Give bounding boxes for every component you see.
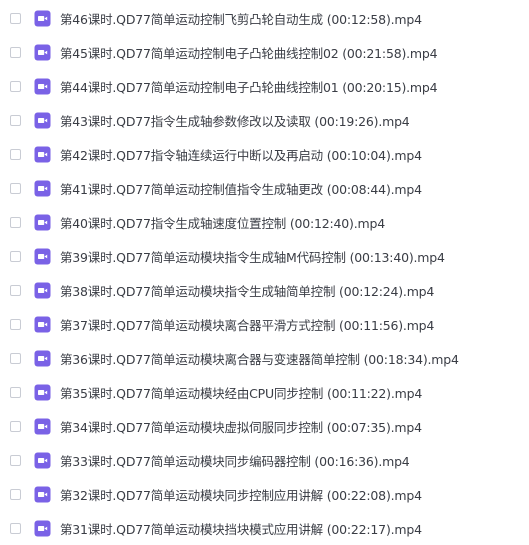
file-name[interactable]: 第34课时.QD77简单运动模块虚拟伺服同步控制 (00:07:35).mp4: [60, 417, 422, 436]
file-checkbox[interactable]: [10, 318, 21, 330]
video-file-icon: [34, 44, 51, 60]
file-checkbox[interactable]: [10, 114, 21, 126]
file-checkbox[interactable]: [10, 284, 21, 296]
video-file-icon: [34, 146, 51, 162]
file-checkbox[interactable]: [10, 80, 21, 92]
video-file-icon: [34, 418, 51, 434]
video-file-icon: [34, 78, 51, 94]
file-name[interactable]: 第31课时.QD77简单运动模块挡块模式应用讲解 (00:22:17).mp4: [60, 519, 422, 538]
file-name[interactable]: 第37课时.QD77简单运动模块离合器平滑方式控制 (00:11:56).mp4: [60, 315, 434, 334]
video-file-icon: [34, 180, 51, 196]
file-checkbox[interactable]: [10, 488, 21, 500]
file-row[interactable]: 第39课时.QD77简单运动模块指令生成轴M代码控制 (00:13:40).mp…: [0, 239, 529, 273]
file-checkbox[interactable]: [10, 420, 21, 432]
file-checkbox[interactable]: [10, 386, 21, 398]
file-row[interactable]: 第32课时.QD77简单运动模块同步控制应用讲解 (00:22:08).mp4: [0, 477, 529, 511]
file-name[interactable]: 第44课时.QD77简单运动控制电子凸轮曲线控制01 (00:20:15).mp…: [60, 77, 438, 96]
file-row[interactable]: 第40课时.QD77指令生成轴速度位置控制 (00:12:40).mp4: [0, 205, 529, 239]
file-row[interactable]: 第42课时.QD77指令轴连续运行中断以及再启动 (00:10:04).mp4: [0, 137, 529, 171]
file-row[interactable]: 第43课时.QD77指令生成轴参数修改以及读取 (00:19:26).mp4: [0, 103, 529, 137]
file-name[interactable]: 第39课时.QD77简单运动模块指令生成轴M代码控制 (00:13:40).mp…: [60, 247, 445, 266]
file-row[interactable]: 第45课时.QD77简单运动控制电子凸轮曲线控制02 (00:21:58).mp…: [0, 35, 529, 69]
file-checkbox[interactable]: [10, 454, 21, 466]
file-row[interactable]: 第38课时.QD77简单运动模块指令生成轴简单控制 (00:12:24).mp4: [0, 273, 529, 307]
file-name[interactable]: 第45课时.QD77简单运动控制电子凸轮曲线控制02 (00:21:58).mp…: [60, 43, 438, 62]
file-row[interactable]: 第41课时.QD77简单运动控制值指令生成轴更改 (00:08:44).mp4: [0, 171, 529, 205]
video-file-icon: [34, 520, 51, 536]
file-name[interactable]: 第32课时.QD77简单运动模块同步控制应用讲解 (00:22:08).mp4: [60, 485, 422, 504]
file-name[interactable]: 第36课时.QD77简单运动模块离合器与变速器简单控制 (00:18:34).m…: [60, 349, 459, 368]
file-list: 第46课时.QD77简单运动控制飞剪凸轮自动生成 (00:12:58).mp4 第…: [0, 1, 529, 545]
file-row[interactable]: 第44课时.QD77简单运动控制电子凸轮曲线控制01 (00:20:15).mp…: [0, 69, 529, 103]
file-name[interactable]: 第40课时.QD77指令生成轴速度位置控制 (00:12:40).mp4: [60, 213, 385, 232]
file-checkbox[interactable]: [10, 182, 21, 194]
file-checkbox[interactable]: [10, 46, 21, 58]
file-checkbox[interactable]: [10, 216, 21, 228]
file-name[interactable]: 第33课时.QD77简单运动模块同步编码器控制 (00:16:36).mp4: [60, 451, 410, 470]
video-file-icon: [34, 10, 51, 26]
file-row[interactable]: 第34课时.QD77简单运动模块虚拟伺服同步控制 (00:07:35).mp4: [0, 409, 529, 443]
file-row[interactable]: 第35课时.QD77简单运动模块经由CPU同步控制 (00:11:22).mp4: [0, 375, 529, 409]
file-checkbox[interactable]: [10, 250, 21, 262]
video-file-icon: [34, 248, 51, 264]
video-file-icon: [34, 214, 51, 230]
video-file-icon: [34, 112, 51, 128]
video-file-icon: [34, 350, 51, 366]
video-file-icon: [34, 486, 51, 502]
file-name[interactable]: 第43课时.QD77指令生成轴参数修改以及读取 (00:19:26).mp4: [60, 111, 410, 130]
file-row[interactable]: 第46课时.QD77简单运动控制飞剪凸轮自动生成 (00:12:58).mp4: [0, 1, 529, 35]
video-file-icon: [34, 452, 51, 468]
file-checkbox[interactable]: [10, 522, 21, 534]
file-row[interactable]: 第36课时.QD77简单运动模块离合器与变速器简单控制 (00:18:34).m…: [0, 341, 529, 375]
file-row[interactable]: 第31课时.QD77简单运动模块挡块模式应用讲解 (00:22:17).mp4: [0, 511, 529, 545]
file-name[interactable]: 第38课时.QD77简单运动模块指令生成轴简单控制 (00:12:24).mp4: [60, 281, 434, 300]
file-row[interactable]: 第37课时.QD77简单运动模块离合器平滑方式控制 (00:11:56).mp4: [0, 307, 529, 341]
video-file-icon: [34, 282, 51, 298]
file-name[interactable]: 第46课时.QD77简单运动控制飞剪凸轮自动生成 (00:12:58).mp4: [60, 9, 422, 28]
video-file-icon: [34, 316, 51, 332]
file-name[interactable]: 第42课时.QD77指令轴连续运行中断以及再启动 (00:10:04).mp4: [60, 145, 422, 164]
file-row[interactable]: 第33课时.QD77简单运动模块同步编码器控制 (00:16:36).mp4: [0, 443, 529, 477]
video-file-icon: [34, 384, 51, 400]
file-name[interactable]: 第35课时.QD77简单运动模块经由CPU同步控制 (00:11:22).mp4: [60, 383, 422, 402]
file-name[interactable]: 第41课时.QD77简单运动控制值指令生成轴更改 (00:08:44).mp4: [60, 179, 422, 198]
file-checkbox[interactable]: [10, 12, 21, 24]
file-checkbox[interactable]: [10, 352, 21, 364]
file-checkbox[interactable]: [10, 148, 21, 160]
